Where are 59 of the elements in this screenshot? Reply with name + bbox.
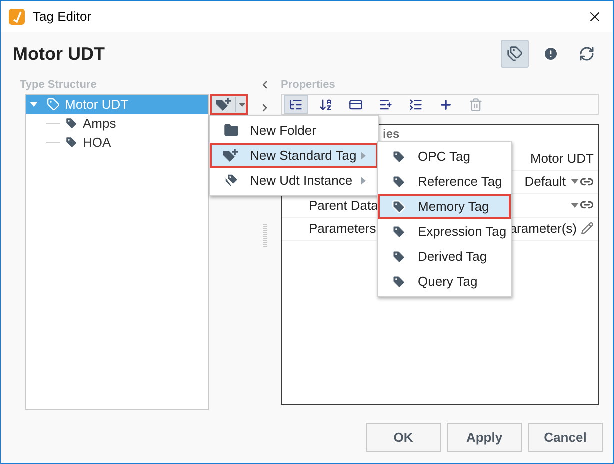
property-value: Motor UDT (530, 150, 594, 168)
tag-outline-icon (47, 98, 60, 111)
editor-title: Motor UDT (13, 42, 105, 66)
menu-item[interactable]: New Standard Tag (210, 143, 378, 168)
tree-list-icon (289, 98, 303, 112)
menu-item[interactable]: Memory Tag (378, 194, 511, 219)
delete-icon (469, 98, 483, 112)
refresh-icon (579, 46, 595, 62)
dialog-button[interactable]: Apply (447, 423, 522, 452)
tags-icon (507, 46, 523, 62)
tag-icon (392, 274, 406, 288)
tree-item[interactable]: HOA (26, 133, 208, 152)
tag-plus-icon (214, 98, 233, 112)
caret-icon (239, 102, 246, 106)
dropdown-caret-icon[interactable] (571, 202, 579, 208)
tag-icon (392, 174, 406, 188)
expanded-caret-icon[interactable] (30, 100, 38, 108)
collapse-icon (409, 98, 423, 112)
edit-icon[interactable] (581, 222, 594, 236)
menu-item[interactable]: Derived Tag (378, 244, 511, 269)
description-icon (349, 98, 363, 112)
section-label: Type Structure (20, 78, 97, 93)
toolbar-button[interactable] (284, 95, 308, 114)
dialog-button[interactable]: OK (366, 423, 441, 452)
tag-icon (392, 150, 406, 164)
menu-item[interactable]: Reference Tag (378, 169, 511, 194)
submenu-arrow-icon (361, 152, 366, 160)
tag-icon (392, 250, 406, 264)
tag-icon (65, 136, 78, 149)
folder-icon (224, 123, 238, 138)
category-heading: ies (383, 127, 400, 141)
menu-item[interactable]: New Folder (210, 118, 378, 143)
menu-item[interactable]: Query Tag (378, 269, 511, 294)
menu-item[interactable]: OPC Tag (378, 144, 511, 169)
dialog-button[interactable]: Cancel (528, 423, 603, 452)
property-name: Parameters (309, 220, 376, 238)
property-value: Default (524, 173, 566, 191)
tag-icon (392, 200, 406, 214)
splitter-handle[interactable] (263, 224, 267, 248)
tag-plus-icon (222, 148, 240, 162)
expand-icon (379, 98, 393, 112)
tag-icon (65, 117, 78, 130)
submenu-arrow-icon (361, 176, 366, 184)
alert-icon (543, 46, 559, 62)
menu-item[interactable]: Expression Tag (378, 219, 511, 244)
add-icon (439, 98, 453, 112)
app-icon (9, 8, 25, 24)
section-label: Properties (281, 78, 336, 93)
window-title: Tag Editor (33, 8, 93, 26)
tag-icon (392, 224, 406, 238)
property-name: Parent Data (309, 196, 378, 214)
add-tag-dropdown-button[interactable] (210, 94, 248, 115)
tags-icon (224, 173, 238, 188)
menu-item[interactable]: New Udt Instance (210, 168, 378, 193)
toolbar-button[interactable] (501, 40, 529, 68)
property-value: arameter(s) (510, 220, 577, 238)
tree-item[interactable]: Amps (26, 114, 208, 133)
dropdown-caret-icon[interactable] (571, 179, 579, 184)
sort-az-icon (319, 98, 333, 112)
